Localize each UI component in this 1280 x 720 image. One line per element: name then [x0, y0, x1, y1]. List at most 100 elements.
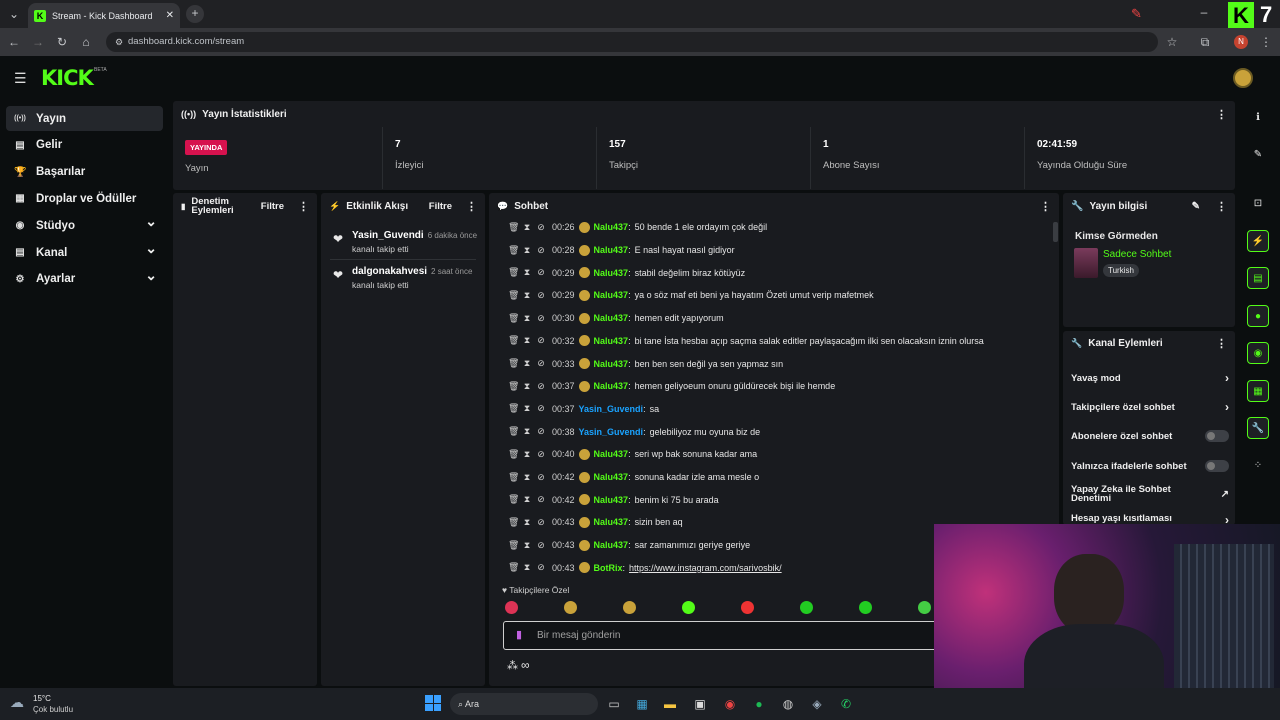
delete-icon[interactable]: 🗑 [508, 381, 519, 392]
emote-icon[interactable] [859, 601, 872, 614]
chevron-right-icon[interactable]: › [1225, 371, 1229, 385]
delete-icon[interactable]: 🗑 [508, 562, 519, 573]
ban-icon[interactable]: ⊘ [536, 381, 546, 392]
category-thumbnail[interactable] [1074, 248, 1098, 278]
widgets-icon[interactable]: ▦ [632, 694, 652, 714]
forward-icon[interactable]: → [30, 34, 46, 50]
ban-icon[interactable]: ⊘ [536, 335, 546, 346]
message-user[interactable]: Nalu437 [594, 381, 629, 391]
notes-icon[interactable]: ▤ [1247, 267, 1269, 289]
ban-icon[interactable]: ⊘ [536, 313, 546, 324]
share-icon[interactable]: ⁘ [1247, 455, 1269, 477]
message-user[interactable]: Nalu437 [594, 222, 629, 232]
timeout-icon[interactable]: ⧗ [522, 472, 532, 483]
edit-pencil-icon[interactable]: ✎ [1192, 201, 1200, 212]
activity-filter-button[interactable]: Filtre [429, 201, 452, 212]
emote-icon[interactable] [800, 601, 813, 614]
message-user[interactable]: Nalu437 [594, 245, 629, 255]
weather-desc[interactable]: Çok bulutlu [33, 705, 73, 714]
timeout-icon[interactable]: ⧗ [522, 222, 532, 233]
timeout-icon[interactable]: ⧗ [522, 335, 532, 346]
stats-more-icon[interactable]: ⋮ [1216, 108, 1227, 121]
channel-action-item[interactable]: Takipçilere özel sohbet › [1071, 395, 1229, 419]
delete-icon[interactable]: 🗑 [508, 313, 519, 324]
chat-input[interactable]: ▮ Bir mesaj gönderin [503, 621, 953, 650]
timeout-icon[interactable]: ⧗ [522, 494, 532, 505]
ban-icon[interactable]: ⊘ [536, 449, 546, 460]
reload-icon[interactable]: ↻ [54, 34, 70, 50]
timeout-icon[interactable]: ⧗ [522, 562, 532, 573]
delete-icon[interactable]: 🗑 [508, 245, 519, 256]
spotify-icon[interactable]: ● [749, 694, 769, 714]
message-user[interactable]: Nalu437 [594, 359, 629, 369]
chevron-down-icon[interactable]: ⌄ [145, 240, 157, 257]
sidebar-item[interactable]: ◉ Stüdyo ⌄ [6, 213, 163, 238]
external-link-icon[interactable]: ↗ [1221, 489, 1229, 500]
chevron-right-icon[interactable]: › [1225, 400, 1229, 414]
delete-icon[interactable]: 🗑 [508, 540, 519, 551]
minimize-icon[interactable]: – [1196, 4, 1212, 20]
message-user[interactable]: Nalu437 [594, 472, 629, 482]
timeout-icon[interactable]: ⧗ [522, 449, 532, 460]
message-user[interactable]: Yasin_Guvendi [579, 404, 644, 414]
file-explorer-icon[interactable]: ▬ [660, 694, 680, 714]
chevron-down-icon[interactable]: ⌄ [145, 267, 157, 284]
ban-icon[interactable]: ⊘ [536, 290, 546, 301]
chevron-down-icon[interactable]: ⌄ [145, 213, 157, 230]
weather-temp[interactable]: 15°C [33, 694, 51, 703]
delete-icon[interactable]: 🗑 [508, 517, 519, 528]
delete-icon[interactable]: 🗑 [508, 267, 519, 278]
back-icon[interactable]: ← [6, 34, 22, 50]
message-user[interactable]: Nalu437 [594, 540, 629, 550]
timeout-icon[interactable]: ⧗ [522, 358, 532, 369]
moderation-more-icon[interactable]: ⋮ [298, 200, 309, 213]
timeout-icon[interactable]: ⧗ [522, 290, 532, 301]
timeout-icon[interactable]: ⧗ [522, 267, 532, 278]
wrench-icon[interactable]: 🔧 [1247, 417, 1269, 439]
delete-icon[interactable]: 🗑 [508, 290, 519, 301]
bookmark-star-icon[interactable]: ☆ [1164, 34, 1180, 50]
home-icon[interactable]: ⌂ [78, 34, 94, 50]
event-user[interactable]: dalgonakahvesi [352, 266, 427, 277]
user-avatar[interactable] [1233, 68, 1253, 88]
sidebar-item[interactable]: ▤ Kanal ⌄ [6, 240, 163, 265]
pen-icon[interactable]: ✎ [1131, 6, 1142, 22]
ban-icon[interactable]: ⊘ [536, 358, 546, 369]
event-user[interactable]: Yasin_Guvendi [352, 230, 424, 241]
timeout-icon[interactable]: ⧗ [522, 403, 532, 414]
timeout-icon[interactable]: ⧗ [522, 517, 532, 528]
message-text[interactable]: https://www.instagram.com/sarivosbik/ [629, 563, 782, 573]
timeout-icon[interactable]: ⧗ [522, 313, 532, 324]
ban-icon[interactable]: ⊘ [536, 245, 546, 256]
store-icon[interactable]: ▣ [690, 694, 710, 714]
emote-icon[interactable] [505, 601, 518, 614]
steam-icon[interactable]: ◈ [807, 694, 827, 714]
message-user[interactable]: Nalu437 [594, 313, 629, 323]
infinity-icon[interactable]: ∞ [521, 658, 530, 672]
hamburger-menu-icon[interactable]: ☰ [14, 70, 27, 87]
sidebar-item[interactable]: ▤ Gelir [6, 133, 163, 158]
broadcast-icon[interactable]: ◉ [1247, 342, 1269, 364]
task-view-icon[interactable]: ▭ [604, 694, 624, 714]
sidebar-item[interactable]: ▦ Droplar ve Ödüller [6, 186, 163, 211]
tab-close-icon[interactable]: ✕ [166, 10, 174, 21]
timeout-icon[interactable]: ⧗ [522, 245, 532, 256]
ban-icon[interactable]: ⊘ [536, 517, 546, 528]
ban-icon[interactable]: ⊘ [536, 540, 546, 551]
chat-scrollbar[interactable] [1053, 222, 1058, 242]
delete-icon[interactable]: 🗑 [508, 222, 519, 233]
toggle-switch[interactable] [1205, 460, 1229, 472]
new-tab-icon[interactable]: + [186, 5, 204, 23]
screenshot-icon[interactable]: ⊡ [1247, 193, 1269, 215]
message-user[interactable]: Nalu437 [594, 449, 629, 459]
ban-icon[interactable]: ⊘ [536, 494, 546, 505]
emote-icon[interactable] [564, 601, 577, 614]
chat-more-icon[interactable]: ⋮ [1040, 200, 1051, 213]
delete-icon[interactable]: 🗑 [508, 335, 519, 346]
site-info-icon[interactable]: ⚙ [111, 34, 127, 50]
message-user[interactable]: Nalu437 [594, 268, 629, 278]
activity-more-icon[interactable]: ⋮ [466, 200, 477, 213]
channel-action-item[interactable]: Yapay Zeka ile Sohbet Denetimi ↗ [1071, 482, 1229, 506]
timeout-icon[interactable]: ⧗ [522, 540, 532, 551]
message-user[interactable]: Nalu437 [594, 336, 629, 346]
